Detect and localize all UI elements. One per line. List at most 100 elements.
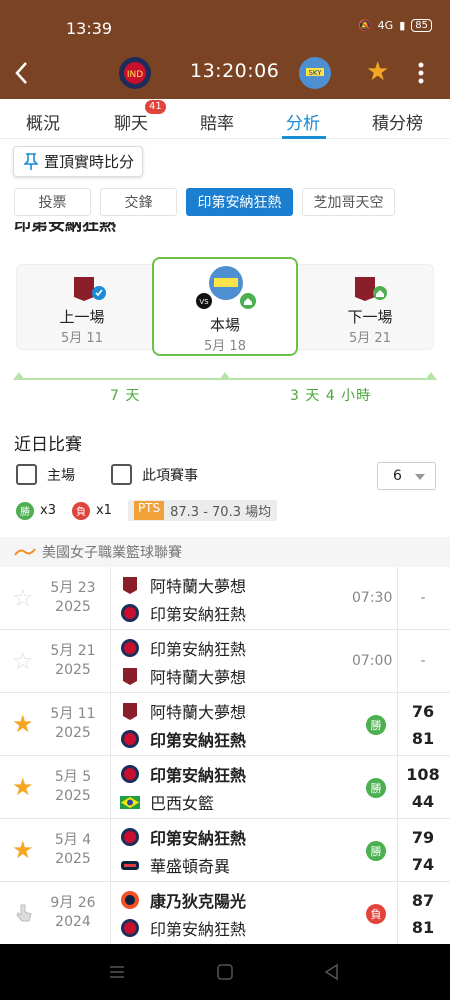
team-away: 阿特蘭大夢想 — [120, 664, 246, 688]
away-team-logo: SKY — [299, 57, 331, 89]
result-badge: 勝 — [366, 715, 386, 735]
record-summary: 勝 x3 負 x1 PTS 87.3 - 70.3 場均 — [16, 500, 278, 521]
chip-chicago[interactable]: 芝加哥天空 — [302, 188, 395, 216]
team-name: 巴西女籃 — [150, 794, 215, 813]
divider — [397, 882, 398, 945]
divider — [397, 630, 398, 693]
tab-chat[interactable]: 聊天 — [114, 109, 148, 134]
match-date: 9月 26 2024 — [40, 894, 106, 932]
chevron-down-icon — [415, 474, 425, 480]
status-time: 13:39 — [66, 19, 113, 38]
brazil-flag-icon — [120, 796, 140, 809]
team-away: 印第安納狂熱 — [120, 601, 246, 625]
team-home: 印第安納狂熱 — [120, 762, 246, 786]
win-icon: 勝 — [16, 501, 34, 520]
match-row[interactable]: ★ 5月 11 2025 阿特蘭大夢想 印第安納狂熱 勝 76 81 — [0, 693, 450, 756]
home-icon[interactable] — [216, 963, 234, 981]
match-year: 2025 — [55, 599, 91, 615]
chip-head-to-head[interactable]: 交鋒 — [100, 188, 177, 216]
league-header: 美國女子職業籃球聯賽 — [0, 537, 450, 567]
gap-before-label: 7 天 — [110, 388, 141, 404]
result-badge: 勝 — [366, 841, 386, 861]
score-home: 76 — [411, 702, 435, 721]
score-home: 79 — [411, 828, 435, 847]
team-name: 阿特蘭大夢想 — [150, 703, 247, 722]
back-nav-icon[interactable] — [323, 963, 341, 981]
divider — [397, 819, 398, 882]
team-name: 印第安納狂熱 — [150, 605, 247, 624]
pin-icon — [24, 152, 38, 170]
wins-count: x3 — [40, 503, 56, 518]
team-away: 巴西女籃 — [120, 790, 214, 814]
active-tab-indicator — [282, 136, 326, 139]
match-row[interactable]: ★ 5月 5 2025 印第安納狂熱 巴西女籃 勝 108 44 — [0, 756, 450, 819]
tab-overview[interactable]: 概況 — [26, 109, 60, 134]
top-bar: 13:39 🔕 4G ▮ 85 IND 13:20:06 SKY ★ — [0, 0, 450, 99]
divider — [110, 819, 111, 882]
star-filled-icon[interactable]: ★ — [12, 712, 34, 736]
team-away: 華盛頓奇異 — [120, 853, 230, 877]
score-away: 81 — [411, 729, 435, 748]
match-count-select[interactable]: 6 — [377, 462, 436, 490]
timeline-marker-next — [425, 372, 437, 380]
match-time: 07:00 — [352, 653, 393, 669]
back-icon[interactable] — [14, 60, 30, 86]
chip-vote[interactable]: 投票 — [14, 188, 91, 216]
tab-standings[interactable]: 積分榜 — [372, 109, 423, 134]
current-game-card[interactable]: VS 本場 5月 18 — [152, 257, 298, 356]
sun-logo-icon — [121, 891, 139, 909]
tap-hand-icon[interactable] — [12, 901, 36, 925]
star-outline-icon[interactable]: ☆ — [12, 586, 34, 610]
star-filled-icon[interactable]: ★ — [12, 838, 34, 862]
home-only-checkbox[interactable] — [16, 464, 37, 485]
pin-live-score-button[interactable]: 置頂實時比分 — [13, 146, 143, 177]
points-average: PTS 87.3 - 70.3 場均 — [127, 500, 278, 521]
team-home: 阿特蘭大夢想 — [120, 699, 246, 723]
result-badge: 負 — [366, 904, 386, 924]
team-name: 阿特蘭大夢想 — [150, 577, 247, 596]
prev-opponent-logo — [74, 277, 106, 301]
match-row[interactable]: ☆ 5月 23 2025 阿特蘭大夢想 印第安納狂熱 07:30 - — [0, 567, 450, 630]
match-year: 2025 — [55, 788, 91, 804]
star-filled-icon[interactable]: ★ — [12, 775, 34, 799]
score-away: 74 — [411, 855, 435, 874]
tab-odds[interactable]: 賠率 — [200, 109, 234, 134]
tab-bar: 概況 聊天 賠率 分析 積分榜 — [0, 99, 450, 139]
chat-badge: 41 — [145, 100, 166, 114]
league-name: 美國女子職業籃球聯賽 — [42, 545, 182, 561]
menu-icon[interactable] — [108, 964, 126, 980]
match-row[interactable]: 9月 26 2024 康乃狄克陽光 印第安納狂熱 負 87 81 — [0, 882, 450, 945]
tab-analysis[interactable]: 分析 — [286, 109, 320, 134]
star-outline-icon[interactable]: ☆ — [12, 649, 34, 673]
match-row[interactable]: ☆ 5月 21 2025 印第安納狂熱 阿特蘭大夢想 07:00 - — [0, 630, 450, 693]
team-away: 印第安納狂熱 — [120, 727, 246, 751]
status-icons: 🔕 4G ▮ 85 — [358, 19, 432, 32]
next-game-card[interactable]: 下一場 5月 21 — [305, 265, 435, 351]
current-game-label: 本場 — [209, 316, 240, 334]
divider — [110, 630, 111, 693]
match-row[interactable]: ★ 5月 4 2025 印第安納狂熱 華盛頓奇異 勝 79 74 — [0, 819, 450, 882]
losses-count: x1 — [95, 503, 112, 518]
favorite-star-icon[interactable]: ★ — [366, 58, 389, 86]
match-list: ☆ 5月 23 2025 阿特蘭大夢想 印第安納狂熱 07:30 - ☆ 5月 2… — [0, 567, 450, 945]
divider — [110, 756, 111, 819]
match-date: 5月 23 2025 — [40, 579, 106, 617]
prev-game-card[interactable]: 上一場 5月 11 — [17, 265, 147, 351]
match-time: 07:30 — [352, 590, 393, 606]
analysis-chips: 投票 交鋒 印第安納狂熱 芝加哥天空 — [14, 188, 395, 216]
match-day: 5月 4 — [54, 832, 92, 848]
match-year: 2025 — [55, 851, 91, 867]
chip-indiana[interactable]: 印第安納狂熱 — [186, 188, 293, 216]
next-opponent-logo — [355, 277, 387, 301]
score-home: 87 — [411, 891, 435, 910]
match-year: 2024 — [55, 914, 91, 930]
divider — [397, 693, 398, 756]
team-home: 印第安納狂熱 — [120, 636, 246, 660]
battery-icon: 85 — [411, 19, 432, 32]
same-event-checkbox[interactable] — [111, 464, 132, 485]
prev-game-date: 5月 11 — [61, 331, 103, 346]
more-icon[interactable] — [416, 60, 426, 86]
divider — [110, 882, 111, 945]
match-day: 5月 11 — [50, 706, 96, 722]
next-game-date: 5月 21 — [349, 331, 391, 346]
